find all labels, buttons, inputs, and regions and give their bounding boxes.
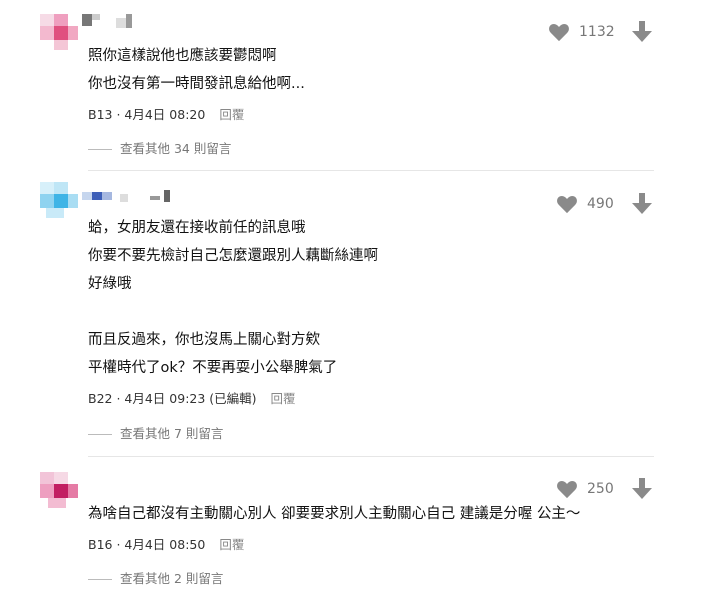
divider-dash [88, 434, 112, 435]
floor-number: B22 [88, 391, 113, 406]
view-more-label: 查看其他 34 則留言 [120, 141, 232, 156]
like-button[interactable]: 1132 [548, 22, 628, 42]
avatar[interactable] [40, 14, 80, 54]
comment-line: 為啥自己都沒有主動關心別人 卻要要求別人主動關心自己 建議是分喔 公主～ [88, 506, 581, 522]
comment-line: 蛤，女朋友還在接收前任的訊息哦 [88, 220, 306, 236]
username-pixelated [82, 190, 172, 204]
comment-body: 蛤，女朋友還在接收前任的訊息哦 你要不要先檢討自己怎麼還跟別人藕斷絲連啊 好綠哦… [88, 214, 378, 382]
reply-button[interactable]: 回覆 [271, 391, 296, 406]
like-button[interactable]: 490 [556, 194, 626, 214]
heart-icon [549, 23, 569, 42]
comment-line: 平權時代了ok？不要再耍小公舉脾氣了 [88, 360, 338, 376]
comment-line: 而且反過來，你也沒馬上關心對方欸 [88, 332, 320, 348]
like-count: 1132 [579, 24, 615, 40]
comment-meta: B13 · 4月4日 08:20 回覆 [88, 107, 245, 122]
comment-meta: B22 · 4月4日 09:23 (已編輯) 回覆 [88, 391, 296, 406]
view-more-replies[interactable]: 查看其他 34 則留言 [88, 138, 231, 157]
divider-dash [88, 579, 112, 580]
comment-date: 4月4日 08:50 [124, 537, 206, 552]
username-pixelated [82, 14, 142, 28]
view-more-label: 查看其他 2 則留言 [120, 571, 224, 586]
avatar[interactable] [40, 472, 80, 512]
comment-line [88, 298, 378, 326]
like-button[interactable]: 250 [556, 479, 626, 499]
view-more-replies[interactable]: 查看其他 2 則留言 [88, 568, 223, 587]
reply-button[interactable]: 回覆 [219, 107, 244, 122]
like-count: 490 [587, 196, 614, 212]
comment-divider [88, 170, 654, 171]
comment-line: 你要不要先檢討自己怎麼還跟別人藕斷絲連啊 [88, 248, 378, 264]
comment-meta: B16 · 4月4日 08:50 回覆 [88, 537, 245, 552]
view-more-label: 查看其他 7 則留言 [120, 426, 224, 441]
divider-dash [88, 149, 112, 150]
dislike-button[interactable] [632, 193, 652, 215]
avatar[interactable] [40, 182, 80, 222]
arrow-down-icon [632, 478, 652, 499]
heart-icon [557, 480, 577, 499]
floor-number: B13 [88, 107, 113, 122]
comment-line: 照你這樣說他也應該要鬱悶啊 [88, 48, 277, 64]
comment-line: 好綠哦 [88, 276, 132, 292]
comment-body: 為啥自己都沒有主動關心別人 卻要要求別人主動關心自己 建議是分喔 公主～ [88, 500, 580, 528]
reply-button[interactable]: 回覆 [219, 537, 244, 552]
floor-number: B16 [88, 537, 113, 552]
arrow-down-icon [632, 193, 652, 214]
comment-body: 照你這樣說他也應該要鬱悶啊 你也沒有第一時間發訊息給他啊... [88, 42, 305, 98]
like-count: 250 [587, 481, 614, 497]
view-more-replies[interactable]: 查看其他 7 則留言 [88, 423, 223, 442]
dislike-button[interactable] [632, 21, 652, 43]
heart-icon [557, 195, 577, 214]
comment-line: 你也沒有第一時間發訊息給他啊... [88, 76, 305, 92]
dislike-button[interactable] [632, 478, 652, 500]
comment-divider [88, 456, 654, 457]
comment-date: 4月4日 08:20 [124, 107, 206, 122]
arrow-down-icon [632, 21, 652, 42]
comment-date: 4月4日 09:23 (已編輯) [124, 391, 257, 406]
